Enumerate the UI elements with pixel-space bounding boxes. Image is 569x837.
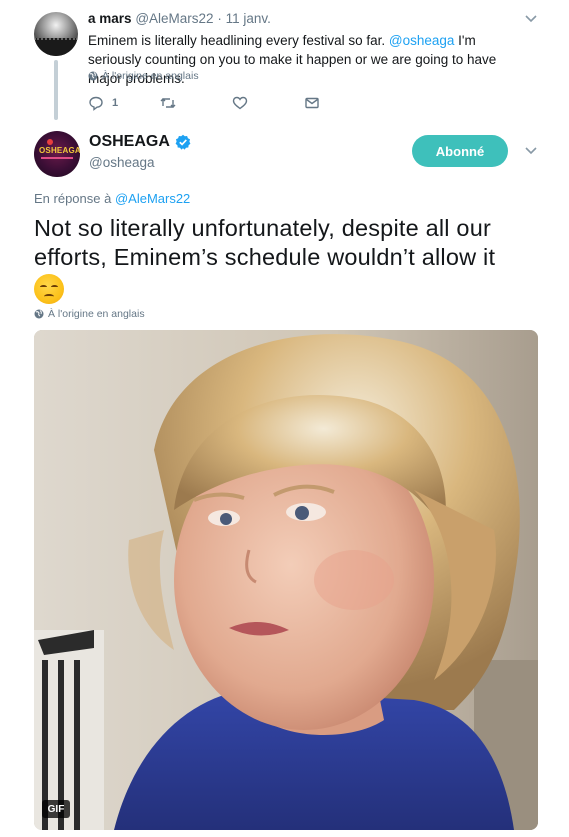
parent-translation-note: À l'origine en anglais xyxy=(88,70,199,82)
chevron-down-icon[interactable] xyxy=(522,144,540,158)
globe-icon xyxy=(34,309,44,319)
parent-translation-label: À l'origine en anglais xyxy=(102,70,199,82)
following-button[interactable]: Abonné xyxy=(412,135,508,167)
globe-icon xyxy=(88,71,98,81)
reply-button[interactable]: 1 xyxy=(88,94,118,112)
parent-avatar[interactable] xyxy=(34,12,78,56)
main-text-body: Not so literally unfortunately, despite … xyxy=(34,215,496,270)
logo-dot xyxy=(47,139,53,145)
mention-link-osheaga[interactable]: @osheaga xyxy=(389,33,455,48)
parent-date[interactable]: 11 janv. xyxy=(226,11,271,26)
like-button[interactable] xyxy=(232,94,248,112)
separator-dot: · xyxy=(217,11,222,26)
main-display-name-row[interactable]: OSHEAGA xyxy=(89,133,191,151)
verified-badge-icon xyxy=(175,134,191,150)
message-icon xyxy=(305,97,319,109)
main-translation-note: À l'origine en anglais xyxy=(34,308,145,320)
gif-badge: GIF xyxy=(42,800,70,818)
parent-tweet-header: a mars @AleMars22 · 11 janv. xyxy=(88,11,271,26)
main-tweet-text: Not so literally unfortunately, despite … xyxy=(34,214,544,304)
direct-message-button[interactable] xyxy=(304,94,320,112)
main-translation-label: À l'origine en anglais xyxy=(48,308,145,320)
retweet-icon xyxy=(160,98,176,108)
avatar-crowd-graphic xyxy=(34,38,78,56)
parent-text-before: Eminem is literally headlining every fes… xyxy=(88,33,389,48)
chevron-down-icon[interactable] xyxy=(522,12,540,26)
reply-to-link[interactable]: @AleMars22 xyxy=(115,191,190,206)
logo-underline xyxy=(41,157,73,159)
reply-prefix: En réponse à xyxy=(34,191,115,206)
osheaga-logo: OSHEAGA xyxy=(39,146,80,155)
disappointed-face-icon xyxy=(34,274,64,304)
reply-context: En réponse à @AleMars22 xyxy=(34,191,190,206)
gif-child-image xyxy=(34,330,538,830)
parent-tweet[interactable]: a mars @AleMars22 · 11 janv. Eminem is l… xyxy=(0,0,569,122)
gif-media[interactable]: GIF xyxy=(34,330,538,830)
main-display-name[interactable]: OSHEAGA xyxy=(89,133,170,151)
parent-display-name[interactable]: a mars xyxy=(88,11,132,26)
retweet-button[interactable] xyxy=(160,94,176,112)
reply-icon xyxy=(89,96,103,111)
thread-connector xyxy=(54,60,58,120)
osheaga-avatar[interactable]: OSHEAGA xyxy=(34,131,80,177)
reply-count: 1 xyxy=(112,97,119,109)
parent-handle[interactable]: @AleMars22 xyxy=(135,11,213,26)
main-handle[interactable]: @osheaga xyxy=(89,155,155,170)
like-icon xyxy=(232,96,248,110)
